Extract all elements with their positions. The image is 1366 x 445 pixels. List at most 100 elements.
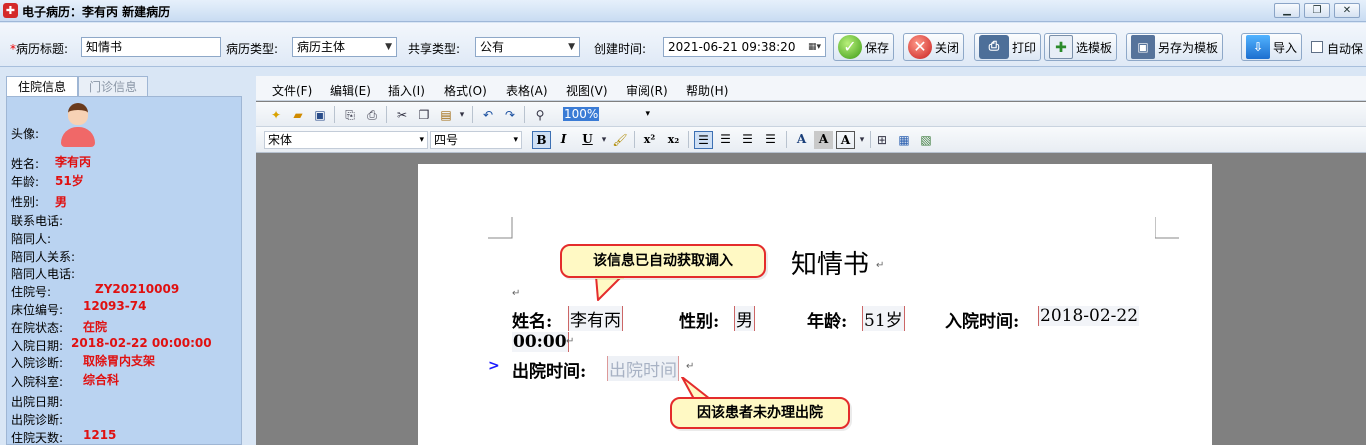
name-label: 姓名: (512, 312, 553, 332)
text-border-icon[interactable]: A (836, 131, 855, 149)
redo-icon[interactable]: ↷ (502, 107, 518, 123)
paragraph-mark: ↵ (686, 361, 695, 372)
toolbar-divider (634, 131, 635, 148)
undo-icon[interactable]: ↶ (480, 107, 496, 123)
record-type-select[interactable]: 病历主体 ▼ (292, 37, 397, 57)
margin-corner-top-right (1155, 217, 1179, 239)
align-center-icon[interactable]: ☰ (716, 131, 735, 149)
current-row-marker: > (488, 358, 500, 374)
floppy-disk-icon: ▣ (1131, 35, 1155, 59)
menu-table[interactable]: 表格(A) (506, 82, 548, 99)
close-x-icon: ✕ (908, 35, 932, 59)
status-value: 在院 (83, 320, 108, 334)
highlight-icon[interactable]: A (814, 131, 833, 149)
paste-icon[interactable]: ▤ (438, 107, 454, 123)
print-preview-icon[interactable]: ⎘ (342, 107, 358, 123)
share-type-select[interactable]: 公有 ▼ (475, 37, 580, 57)
patient-gender-value: 男 (55, 195, 68, 209)
margin-corner-top-left (488, 217, 513, 239)
print-icon[interactable]: ⎙ (364, 107, 380, 123)
chevron-down-icon[interactable]: ▾ (854, 132, 870, 148)
auto-save-label: 自动保 (1327, 42, 1364, 56)
table-properties-icon[interactable]: ▦ (896, 132, 912, 148)
save-button[interactable]: ✓ 保存 (833, 33, 895, 61)
menu-edit[interactable]: 编辑(E) (330, 82, 371, 99)
field-label: 入院科室: (11, 375, 64, 389)
insert-image-icon[interactable]: ▧ (918, 132, 934, 148)
admission-diagnosis-value: 取除胃内支架 (83, 354, 156, 368)
tab-inpatient-info[interactable]: 住院信息 (6, 76, 78, 97)
underline-button[interactable]: U (578, 131, 597, 149)
zoom-select[interactable]: 100% ▾ (560, 106, 652, 124)
superscript-button[interactable]: x² (640, 131, 659, 149)
field-label: 入院日期: (11, 339, 64, 353)
admit-time-field[interactable]: 2018-02-22 (1038, 306, 1140, 326)
discharge-time-field[interactable]: 出院时间 (607, 356, 679, 381)
admission-department-value: 综合科 (83, 373, 120, 387)
subscript-button[interactable]: x₂ (664, 131, 683, 149)
callout-not-discharged: 因该患者未办理出院 (670, 397, 850, 429)
menu-review[interactable]: 审阅(R) (626, 82, 668, 99)
paragraph-mark: ↵ (512, 288, 521, 299)
age-field[interactable]: 51岁 (862, 306, 905, 331)
avatar-head-icon (68, 103, 88, 125)
field-label: 住院天数: (11, 431, 64, 445)
chevron-down-icon[interactable]: ▾ (454, 107, 470, 123)
admit-time-field-cont[interactable]: 00:00 (512, 332, 569, 352)
minimize-button[interactable]: ▁ (1274, 3, 1300, 18)
bold-button[interactable]: B (532, 131, 551, 149)
format-toolbar: 宋体 ▾ 四号 ▾ B I U ▾ 🖌 x² x₂ ☰ ☰ ☰ ☰ A A A ▾ … (256, 127, 1366, 153)
chevron-down-icon: ▾ (419, 135, 424, 145)
close-button[interactable]: ✕ 关闭 (903, 33, 965, 61)
align-right-icon[interactable]: ☰ (738, 131, 757, 149)
toolbar-divider (472, 106, 473, 123)
font-name-select[interactable]: 宋体 ▾ (264, 131, 428, 149)
select-template-button[interactable]: ✚ 选模板 (1044, 33, 1118, 61)
save-icon[interactable]: ▣ (312, 107, 328, 123)
menu-view[interactable]: 视图(V) (566, 82, 608, 99)
field-label: 姓名: (11, 157, 40, 171)
record-title-input[interactable]: 知情书 (81, 37, 221, 57)
field-label: 联系电话: (11, 214, 64, 228)
chevron-down-icon[interactable]: ▾ (596, 132, 612, 148)
format-painter-icon[interactable]: 🖌 (612, 132, 628, 148)
save-as-template-button[interactable]: ▣ 另存为模板 (1126, 33, 1224, 61)
tab-outpatient-info[interactable]: 门诊信息 (78, 76, 148, 97)
find-binoculars-icon[interactable]: ⚲ (532, 107, 548, 123)
close-window-button[interactable]: ✕ (1334, 3, 1360, 18)
restore-button[interactable]: ❐ (1304, 3, 1330, 18)
menu-format[interactable]: 格式(O) (444, 82, 487, 99)
align-justify-icon[interactable]: ☰ (761, 131, 780, 149)
create-time-picker[interactable]: 2021-06-21 09:38:20 ▦▾ (663, 37, 826, 57)
field-label: 陪同人电话: (11, 267, 76, 281)
paragraph-mark: ↵ (876, 260, 885, 271)
title-bar: ✚ 电子病历：李有丙 新建病历 ▁ ❐ ✕ (0, 0, 1366, 22)
inpatient-number-value: ZY20210009 (95, 282, 180, 296)
italic-button[interactable]: I (554, 131, 573, 149)
cut-icon[interactable]: ✂ (394, 107, 410, 123)
copy-icon[interactable]: ❐ (416, 107, 432, 123)
editor-menu-bar: 文件(F) 编辑(E) 插入(I) 格式(O) 表格(A) 视图(V) 审阅(R… (256, 76, 1366, 101)
avatar-body-icon (61, 127, 95, 147)
font-size-select[interactable]: 四号 ▾ (430, 131, 522, 149)
chevron-down-icon: ▾ (513, 135, 518, 145)
admission-date-value: 2018-02-22 00:00:00 (71, 336, 212, 350)
menu-file[interactable]: 文件(F) (272, 82, 312, 99)
insert-table-icon[interactable]: ⊞ (874, 132, 890, 148)
print-button[interactable]: ⎙ 打印 (974, 33, 1042, 61)
open-folder-icon[interactable]: ▰ (290, 107, 306, 123)
menu-insert[interactable]: 插入(I) (388, 82, 425, 99)
field-label: 在院状态: (11, 321, 64, 335)
gender-field[interactable]: 男 (734, 306, 755, 331)
menu-help[interactable]: 帮助(H) (686, 82, 728, 99)
discharge-time-label: 出院时间: (512, 362, 587, 382)
import-button[interactable]: ⇩ 导入 (1241, 33, 1303, 61)
record-toolbar: *病历标题: 知情书 病历类型: 病历主体 ▼ 共享类型: 公有 ▼ 创建时间: 2… (0, 23, 1366, 67)
name-field[interactable]: 李有丙 (568, 306, 623, 331)
align-left-icon[interactable]: ☰ (694, 131, 713, 149)
field-label: 出院日期: (11, 395, 64, 409)
patient-name-value: 李有丙 (55, 155, 92, 169)
new-document-icon[interactable]: ✦ (268, 107, 284, 123)
font-color-icon[interactable]: A (792, 131, 811, 149)
auto-save-checkbox[interactable] (1311, 41, 1323, 53)
